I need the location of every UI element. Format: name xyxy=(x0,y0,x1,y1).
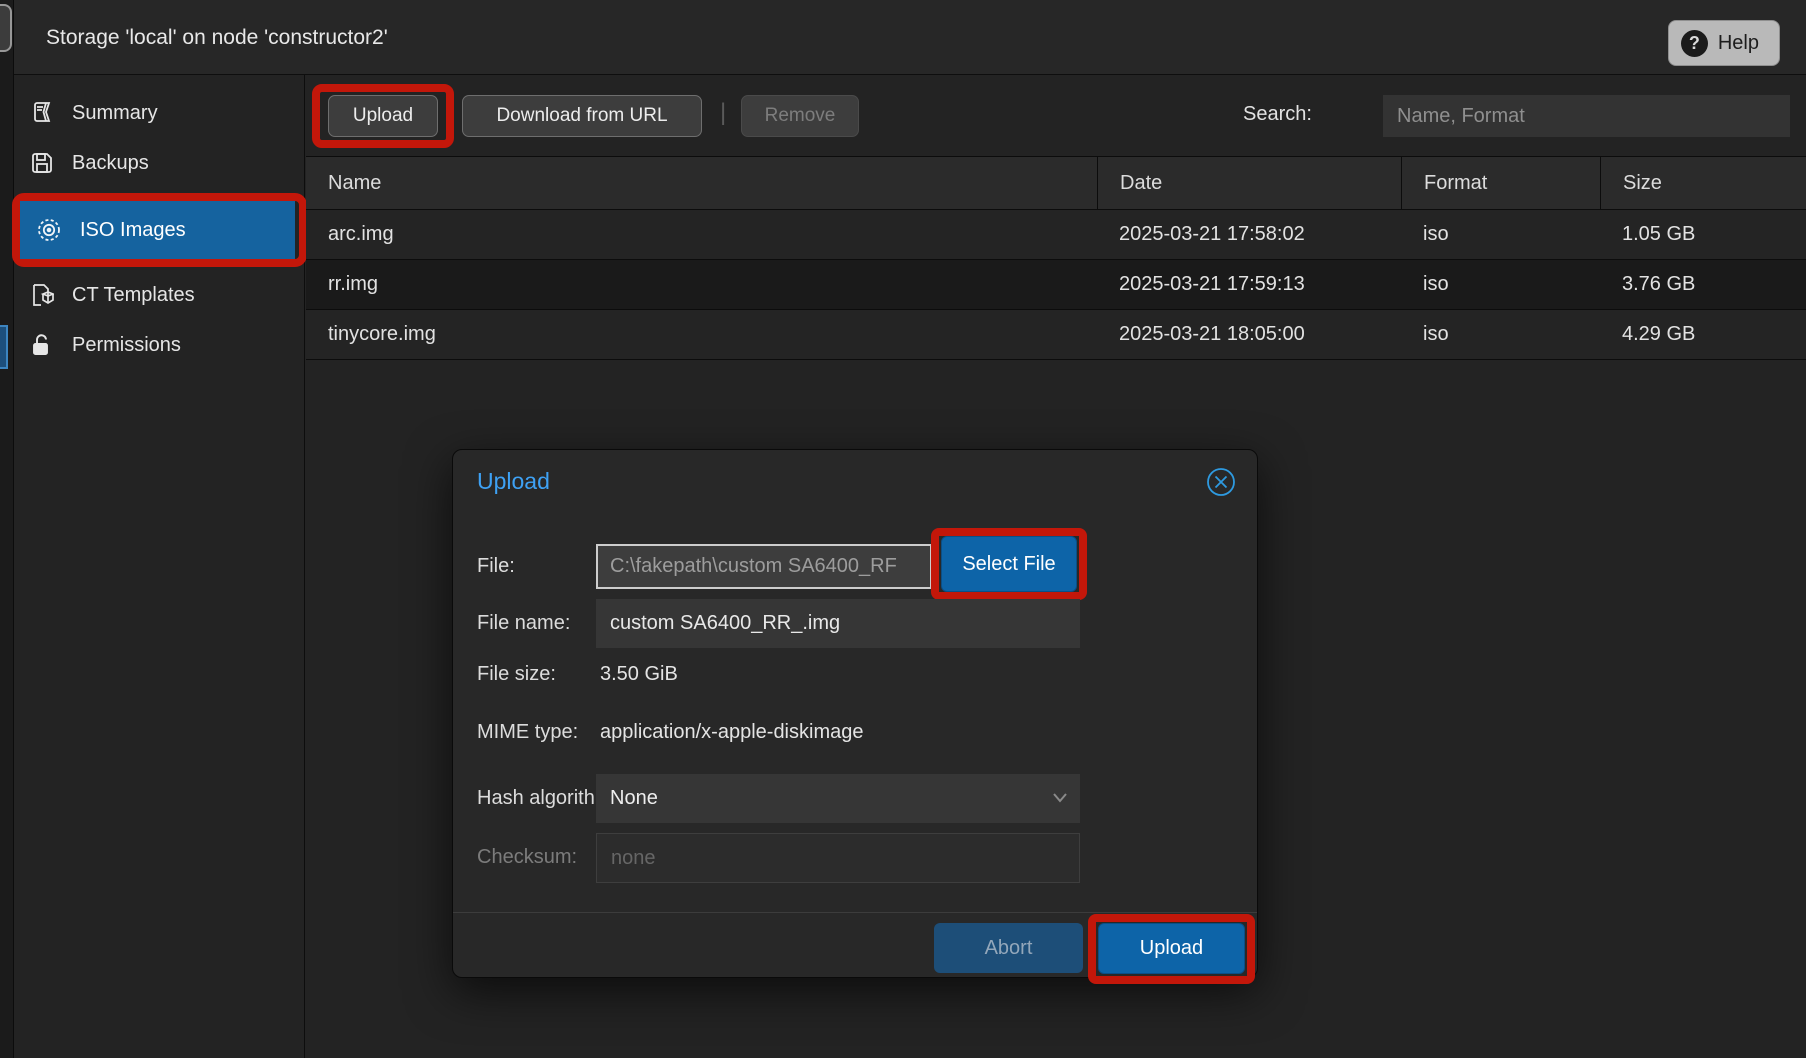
sidebar-item-label: CT Templates xyxy=(72,284,195,307)
column-header-size[interactable]: Size xyxy=(1600,157,1806,209)
table-row[interactable]: tinycore.img 2025-03-21 18:05:00 iso 4.2… xyxy=(306,310,1806,360)
sidebar-item-label: Permissions xyxy=(72,334,181,357)
file-size-label: File size: xyxy=(477,663,556,686)
tree-selected-node-edge xyxy=(0,325,8,369)
column-header-date[interactable]: Date xyxy=(1097,157,1401,209)
dialog-title: Upload xyxy=(477,468,550,495)
hash-algorithm-select[interactable]: None xyxy=(596,774,1080,823)
help-icon: ? xyxy=(1681,30,1708,57)
close-icon[interactable] xyxy=(1205,466,1237,498)
cell-name: arc.img xyxy=(306,210,1097,259)
search-label: Search: xyxy=(1243,103,1312,126)
cell-name: rr.img xyxy=(306,260,1097,309)
cell-size: 4.29 GB xyxy=(1600,310,1806,359)
disc-icon xyxy=(36,217,62,243)
cell-format: iso xyxy=(1401,260,1600,309)
help-button[interactable]: ? Help xyxy=(1668,20,1780,66)
unlock-icon xyxy=(30,333,54,357)
hash-algorithm-value: None xyxy=(610,787,658,810)
upload-button[interactable]: Upload xyxy=(328,95,438,137)
cell-format: iso xyxy=(1401,310,1600,359)
sidebar-item-backups[interactable]: Backups xyxy=(14,138,305,188)
table-row[interactable]: rr.img 2025-03-21 17:59:13 iso 3.76 GB xyxy=(306,260,1806,310)
file-name-label: File name: xyxy=(477,612,570,635)
sidebar-item-label: Backups xyxy=(72,152,149,175)
cell-date: 2025-03-21 17:58:02 xyxy=(1097,210,1401,259)
table-header-row: Name Date Format Size xyxy=(306,156,1806,210)
storage-content-panel: Storage 'local' on node 'constructor2' ?… xyxy=(0,0,1806,1058)
panel-header: Storage 'local' on node 'constructor2' ?… xyxy=(14,0,1806,75)
help-button-label: Help xyxy=(1718,32,1759,55)
sidebar-item-label: Summary xyxy=(72,102,158,125)
file-name-input[interactable] xyxy=(596,599,1080,648)
checksum-label: Checksum: xyxy=(477,846,577,869)
sidebar-item-ct-templates[interactable]: CT Templates xyxy=(14,270,305,320)
search-input[interactable] xyxy=(1383,95,1790,137)
sidebar-item-label: ISO Images xyxy=(80,219,186,242)
cell-format: iso xyxy=(1401,210,1600,259)
file-label: File: xyxy=(477,555,515,578)
file-size-value: 3.50 GiB xyxy=(600,663,678,686)
storage-sidebar: Summary Backups ISO Images CT Templates … xyxy=(14,75,305,1058)
sidebar-item-summary[interactable]: Summary xyxy=(14,88,305,138)
toolbar-separator: | xyxy=(720,99,726,127)
table-row[interactable]: arc.img 2025-03-21 17:58:02 iso 1.05 GB xyxy=(306,210,1806,260)
sidebar-item-permissions[interactable]: Permissions xyxy=(14,320,305,370)
book-icon xyxy=(30,101,54,125)
download-from-url-button[interactable]: Download from URL xyxy=(462,95,702,137)
page-title: Storage 'local' on node 'constructor2' xyxy=(46,0,388,75)
remove-button[interactable]: Remove xyxy=(741,95,859,137)
select-file-button[interactable]: Select File xyxy=(941,536,1077,592)
dialog-upload-button[interactable]: Upload xyxy=(1098,923,1245,974)
cell-name: tinycore.img xyxy=(306,310,1097,359)
iso-images-table: Name Date Format Size arc.img 2025-03-21… xyxy=(306,156,1806,360)
checksum-input[interactable] xyxy=(596,833,1080,883)
mime-type-value: application/x-apple-diskimage xyxy=(600,721,863,744)
dialog-footer-divider xyxy=(453,912,1257,913)
cell-date: 2025-03-21 17:59:13 xyxy=(1097,260,1401,309)
abort-button[interactable]: Abort xyxy=(934,923,1083,973)
file-path-input[interactable] xyxy=(596,544,932,589)
upload-dialog: Upload File: Select File File name: File… xyxy=(452,449,1258,978)
ct-template-icon xyxy=(30,283,54,307)
cell-date: 2025-03-21 18:05:00 xyxy=(1097,310,1401,359)
collapsed-tree-strip xyxy=(0,0,14,1058)
tree-splitter-handle[interactable] xyxy=(0,4,12,52)
cell-size: 3.76 GB xyxy=(1600,260,1806,309)
column-header-name[interactable]: Name xyxy=(306,157,1097,209)
floppy-icon xyxy=(30,151,54,175)
column-header-format[interactable]: Format xyxy=(1401,157,1600,209)
cell-size: 1.05 GB xyxy=(1600,210,1806,259)
sidebar-item-iso-images[interactable]: ISO Images xyxy=(20,201,295,259)
chevron-down-icon xyxy=(1052,792,1068,804)
mime-type-label: MIME type: xyxy=(477,721,578,744)
